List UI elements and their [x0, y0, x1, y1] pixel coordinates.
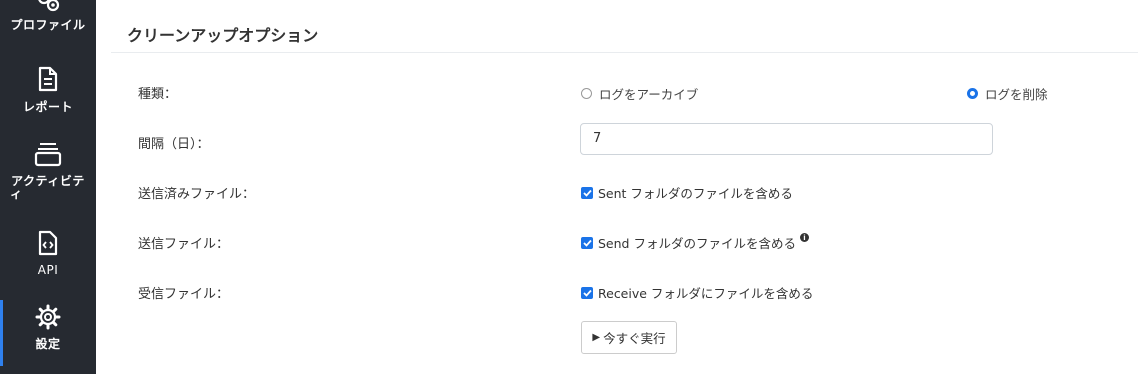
include-receive-folder-option[interactable]: Receive フォルダにファイルを含める	[581, 283, 813, 302]
sidebar-item-label: レポート	[22, 100, 73, 114]
run-now-button[interactable]: ▶ 今すぐ実行	[581, 321, 677, 354]
settings-gear-icon	[35, 304, 61, 330]
include-receive-checkbox[interactable]	[581, 286, 593, 299]
sidebar-item-profile[interactable]: プロファイル	[0, 0, 96, 32]
sidebar-item-label-wrap: ィ	[10, 187, 23, 201]
include-receive-label: Receive フォルダにファイルを含める	[598, 286, 814, 301]
include-send-checkbox[interactable]	[581, 236, 593, 249]
interval-days-input[interactable]: 7	[580, 123, 993, 155]
radio-delete-label: ログを削除	[985, 87, 1048, 102]
include-sent-checkbox[interactable]	[581, 186, 593, 199]
received-files-label: 受信ファイル：	[138, 287, 230, 302]
activity-stack-icon	[34, 141, 62, 167]
radio-delete-logs[interactable]: ログを削除	[967, 84, 1048, 103]
sidebar-item-api[interactable]: API	[0, 230, 96, 277]
interval-label: 間隔（日）：	[138, 137, 210, 152]
title-divider	[111, 52, 1138, 53]
section-title: クリーンアップオプション	[127, 26, 319, 45]
sidebar-item-activity[interactable]: アクティビテ ィ	[0, 141, 96, 201]
sidebar-item-label: API	[37, 263, 59, 277]
send-files-label: 送信ファイル：	[138, 237, 230, 252]
type-label: 種類：	[138, 87, 178, 102]
radio-delete-circle[interactable]	[967, 88, 978, 99]
sidebar-item-label: プロファイル	[10, 18, 86, 32]
main-content: クリーンアップオプション 種類： ログをアーカイブ ログを削除 間隔（日）： 7…	[96, 0, 1138, 374]
sidebar: プロファイル レポート アクティビテ ィ API 設定	[0, 0, 96, 374]
sidebar-item-label: 設定	[35, 337, 61, 351]
include-send-folder-option[interactable]: Send フォルダのファイルを含める i	[581, 233, 809, 252]
include-send-label: Send フォルダのファイルを含める	[598, 236, 796, 251]
report-document-icon	[37, 66, 59, 92]
profile-gears-icon	[33, 0, 63, 16]
sidebar-item-settings[interactable]: 設定	[0, 300, 96, 366]
run-now-label: 今すぐ実行	[603, 332, 666, 346]
radio-archive-logs[interactable]: ログをアーカイブ	[581, 84, 698, 103]
sidebar-item-report[interactable]: レポート	[0, 66, 96, 114]
include-sent-label: Sent フォルダのファイルを含める	[598, 186, 793, 201]
sent-files-label: 送信済みファイル：	[138, 187, 256, 202]
include-sent-folder-option[interactable]: Sent フォルダのファイルを含める	[581, 183, 793, 202]
radio-archive-circle[interactable]	[581, 88, 592, 99]
radio-archive-label: ログをアーカイブ	[599, 87, 699, 102]
info-icon[interactable]: i	[799, 233, 809, 242]
api-code-file-icon	[37, 230, 59, 256]
play-icon: ▶	[592, 332, 601, 343]
